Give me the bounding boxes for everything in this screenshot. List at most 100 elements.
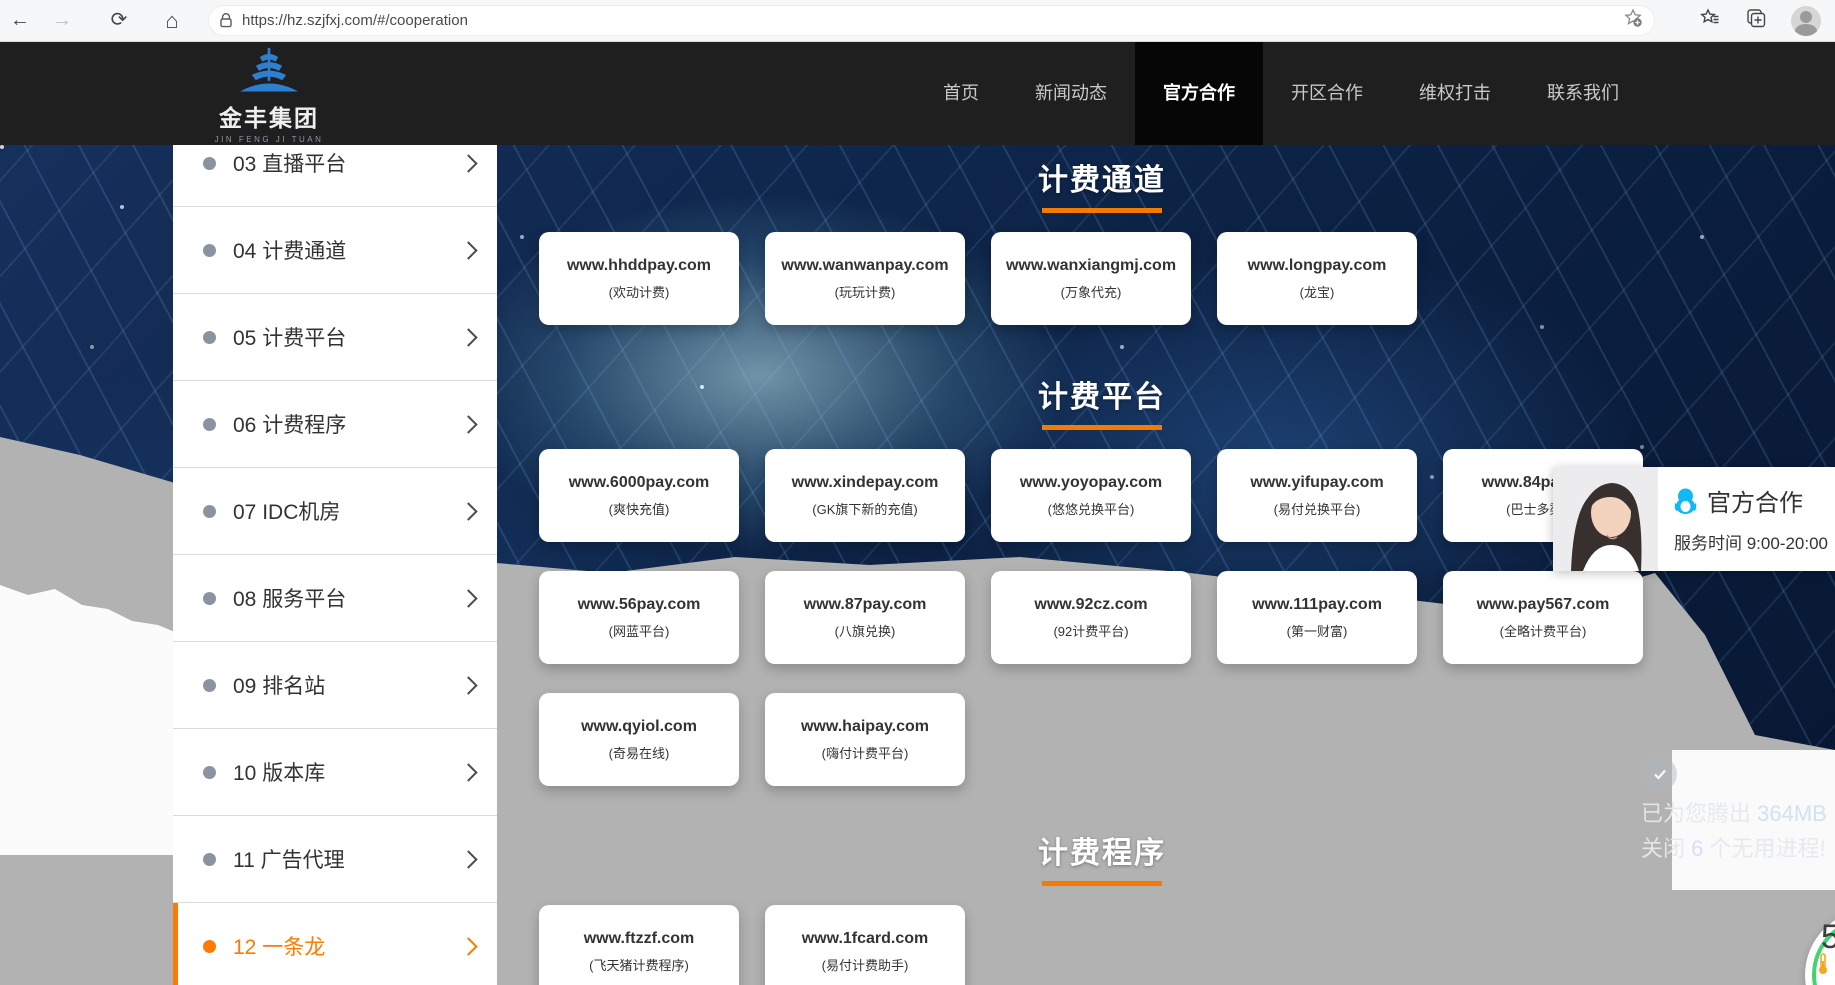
thermometer-icon <box>1817 953 1829 975</box>
nav-item[interactable]: 维权打击 <box>1391 41 1519 145</box>
sidebar-item[interactable]: 04 计费通道 <box>173 207 497 294</box>
sidebar-item[interactable]: 08 服务平台 <box>173 555 497 642</box>
sidebar-item[interactable]: 03 直播平台 <box>173 145 497 207</box>
partner-name: (GK旗下新的充值) <box>812 499 917 518</box>
bullet-icon <box>203 157 216 170</box>
category-list: 03 直播平台 04 计费通道 05 计费平台 06 计费程序 07 I <box>173 145 497 985</box>
nav-item[interactable]: 首页 <box>915 41 1007 145</box>
sidebar-item-label: 05 计费平台 <box>233 322 462 352</box>
nav-item[interactable]: 新闻动态 <box>1007 41 1135 145</box>
home-icon[interactable]: ⌂ <box>154 0 190 41</box>
sidebar-item[interactable]: 05 计费平台 <box>173 294 497 381</box>
partner-domain: www.pay567.com <box>1477 596 1610 614</box>
service-hours: 服务时间 9:00-20:00 <box>1674 529 1828 554</box>
chevron-right-icon <box>459 502 477 520</box>
partner-card[interactable]: www.ftzzf.com (飞天猪计费程序) <box>539 905 739 985</box>
bullet-icon <box>203 505 216 518</box>
section-title-underline <box>1042 881 1162 886</box>
partner-name: (易付兑换平台) <box>1274 499 1361 518</box>
sidebar-item[interactable]: 07 IDC机房 <box>173 468 497 555</box>
nav-item-label: 官方合作 <box>1163 83 1235 103</box>
add-favorite-icon[interactable] <box>1623 8 1643 33</box>
partner-name: (欢动计费) <box>609 282 670 301</box>
partner-card[interactable]: www.wanwanpay.com (玩玩计费) <box>765 232 965 325</box>
partner-card[interactable]: www.qyiol.com (奇易在线) <box>539 693 739 786</box>
site-logo[interactable]: 金丰集团 JIN FENG JI TUAN <box>198 46 340 144</box>
partner-domain: www.wanwanpay.com <box>781 257 948 275</box>
profile-avatar[interactable] <box>1791 6 1821 36</box>
partner-domain: www.haipay.com <box>801 718 929 736</box>
white-brush-splash <box>0 575 182 855</box>
partner-card[interactable]: www.87pay.com (八旗兑换) <box>765 571 965 664</box>
partner-card[interactable]: www.xindepay.com (GK旗下新的充值) <box>765 449 965 542</box>
partner-card[interactable]: www.yoyopay.com (悠悠兑换平台) <box>991 449 1191 542</box>
nav-item-label: 首页 <box>943 83 979 103</box>
sidebar-item-label: 06 计费程序 <box>233 409 462 439</box>
refresh-icon[interactable]: ⟳ <box>101 0 137 41</box>
forward-icon[interactable]: → <box>44 0 80 41</box>
sidebar-item[interactable]: 12 一条龙 <box>173 903 497 985</box>
partner-name: (飞天猪计费程序) <box>589 955 689 974</box>
back-icon[interactable]: ← <box>2 0 38 41</box>
customer-service-popup[interactable]: 官方合作 服务时间 9:00-20:00 <box>1553 467 1835 571</box>
chevron-right-icon <box>459 850 477 868</box>
partner-card[interactable]: www.hhddpay.com (欢动计费) <box>539 232 739 325</box>
speedup-badge[interactable]: 5 <box>1805 910 1835 985</box>
partner-card[interactable]: www.6000pay.com (爽快充值) <box>539 449 739 542</box>
partner-name: (玩玩计费) <box>835 282 896 301</box>
collections-icon[interactable] <box>1745 7 1767 34</box>
url-text[interactable]: https://hz.szjfxj.com/#/cooperation <box>242 12 1623 29</box>
nav-item-label: 新闻动态 <box>1035 83 1107 103</box>
partner-card[interactable]: www.92cz.com (92计费平台) <box>991 571 1191 664</box>
page-body: 计费通道 www.hhddpay.com (欢动计费) www.wanwanpa… <box>0 145 1835 985</box>
partner-card[interactable]: www.pay567.com (全略计费平台) <box>1443 571 1643 664</box>
partner-card[interactable]: www.longpay.com (龙宝) <box>1217 232 1417 325</box>
partner-domain: www.qyiol.com <box>581 718 697 736</box>
sidebar-item-label: 11 广告代理 <box>233 844 462 874</box>
speedup-value: 5 <box>1821 918 1835 957</box>
partner-domain: www.hhddpay.com <box>567 257 711 275</box>
bullet-icon <box>203 244 216 257</box>
sidebar-item[interactable]: 06 计费程序 <box>173 381 497 468</box>
partner-name: (易付计费助手) <box>822 955 909 974</box>
partner-domain: www.ftzzf.com <box>584 930 695 948</box>
pagoda-logo-icon <box>236 46 302 96</box>
partner-domain: www.111pay.com <box>1252 596 1382 614</box>
bullet-icon <box>203 766 216 779</box>
toast-line-2: 关闭 6 个无用进程! <box>1641 831 1826 863</box>
partner-card[interactable]: www.111pay.com (第一财富) <box>1217 571 1417 664</box>
bullet-icon <box>203 592 216 605</box>
partner-card[interactable]: www.wanxiangmj.com (万象代充) <box>991 232 1191 325</box>
chevron-right-icon <box>459 415 477 433</box>
address-bar[interactable]: https://hz.szjfxj.com/#/cooperation <box>208 5 1655 36</box>
nav-item-label: 维权打击 <box>1419 83 1491 103</box>
partner-card[interactable]: www.56pay.com (网蓝平台) <box>539 571 739 664</box>
partner-domain: www.92cz.com <box>1034 596 1147 614</box>
section-title: 计费平台 <box>539 372 1665 416</box>
partner-card[interactable]: www.haipay.com (嗨付计费平台) <box>765 693 965 786</box>
partner-card[interactable]: www.1fcard.com (易付计费助手) <box>765 905 965 985</box>
service-popup-title: 官方合作 <box>1707 483 1803 518</box>
sidebar-item[interactable]: 11 广告代理 <box>173 816 497 903</box>
sidebar-item-label: 07 IDC机房 <box>233 496 462 526</box>
partner-card[interactable]: www.yifupay.com (易付兑换平台) <box>1217 449 1417 542</box>
sidebar-item[interactable]: 10 版本库 <box>173 729 497 816</box>
browser-right-icons <box>1699 0 1821 41</box>
sidebar-item-label: 08 服务平台 <box>233 583 462 613</box>
nav-item[interactable]: 联系我们 <box>1519 41 1647 145</box>
sidebar-item[interactable]: 09 排名站 <box>173 642 497 729</box>
nav-item[interactable]: 官方合作 <box>1135 41 1263 145</box>
sidebar-item-label: 03 直播平台 <box>233 148 462 178</box>
partner-name: (八旗兑换) <box>835 621 896 640</box>
section-title: 计费通道 <box>539 155 1665 199</box>
check-circle-icon <box>1643 757 1677 791</box>
favorites-icon[interactable] <box>1699 7 1721 34</box>
partner-domain: www.6000pay.com <box>569 474 710 492</box>
partner-domain: www.xindepay.com <box>792 474 939 492</box>
partner-name: (网蓝平台) <box>609 621 670 640</box>
partner-domain: www.1fcard.com <box>802 930 929 948</box>
nav-item[interactable]: 开区合作 <box>1263 41 1391 145</box>
logo-title: 金丰集团 <box>198 99 340 133</box>
chevron-right-icon <box>459 763 477 781</box>
sidebar-item-label: 04 计费通道 <box>233 235 462 265</box>
